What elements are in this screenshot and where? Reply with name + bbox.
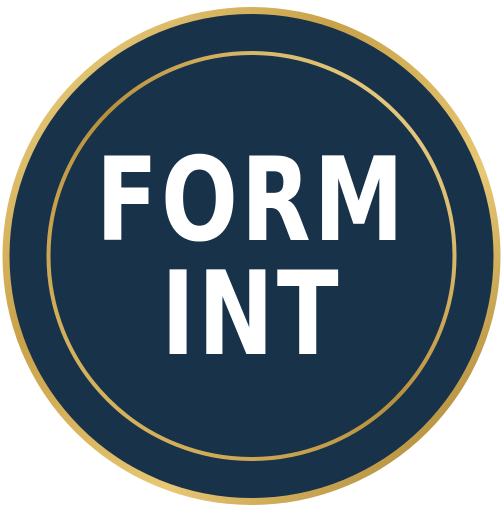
badge-logo: FORM INT <box>0 0 503 512</box>
badge-text-line1: FORM <box>96 133 407 268</box>
badge-text-line2: INT <box>161 247 342 382</box>
